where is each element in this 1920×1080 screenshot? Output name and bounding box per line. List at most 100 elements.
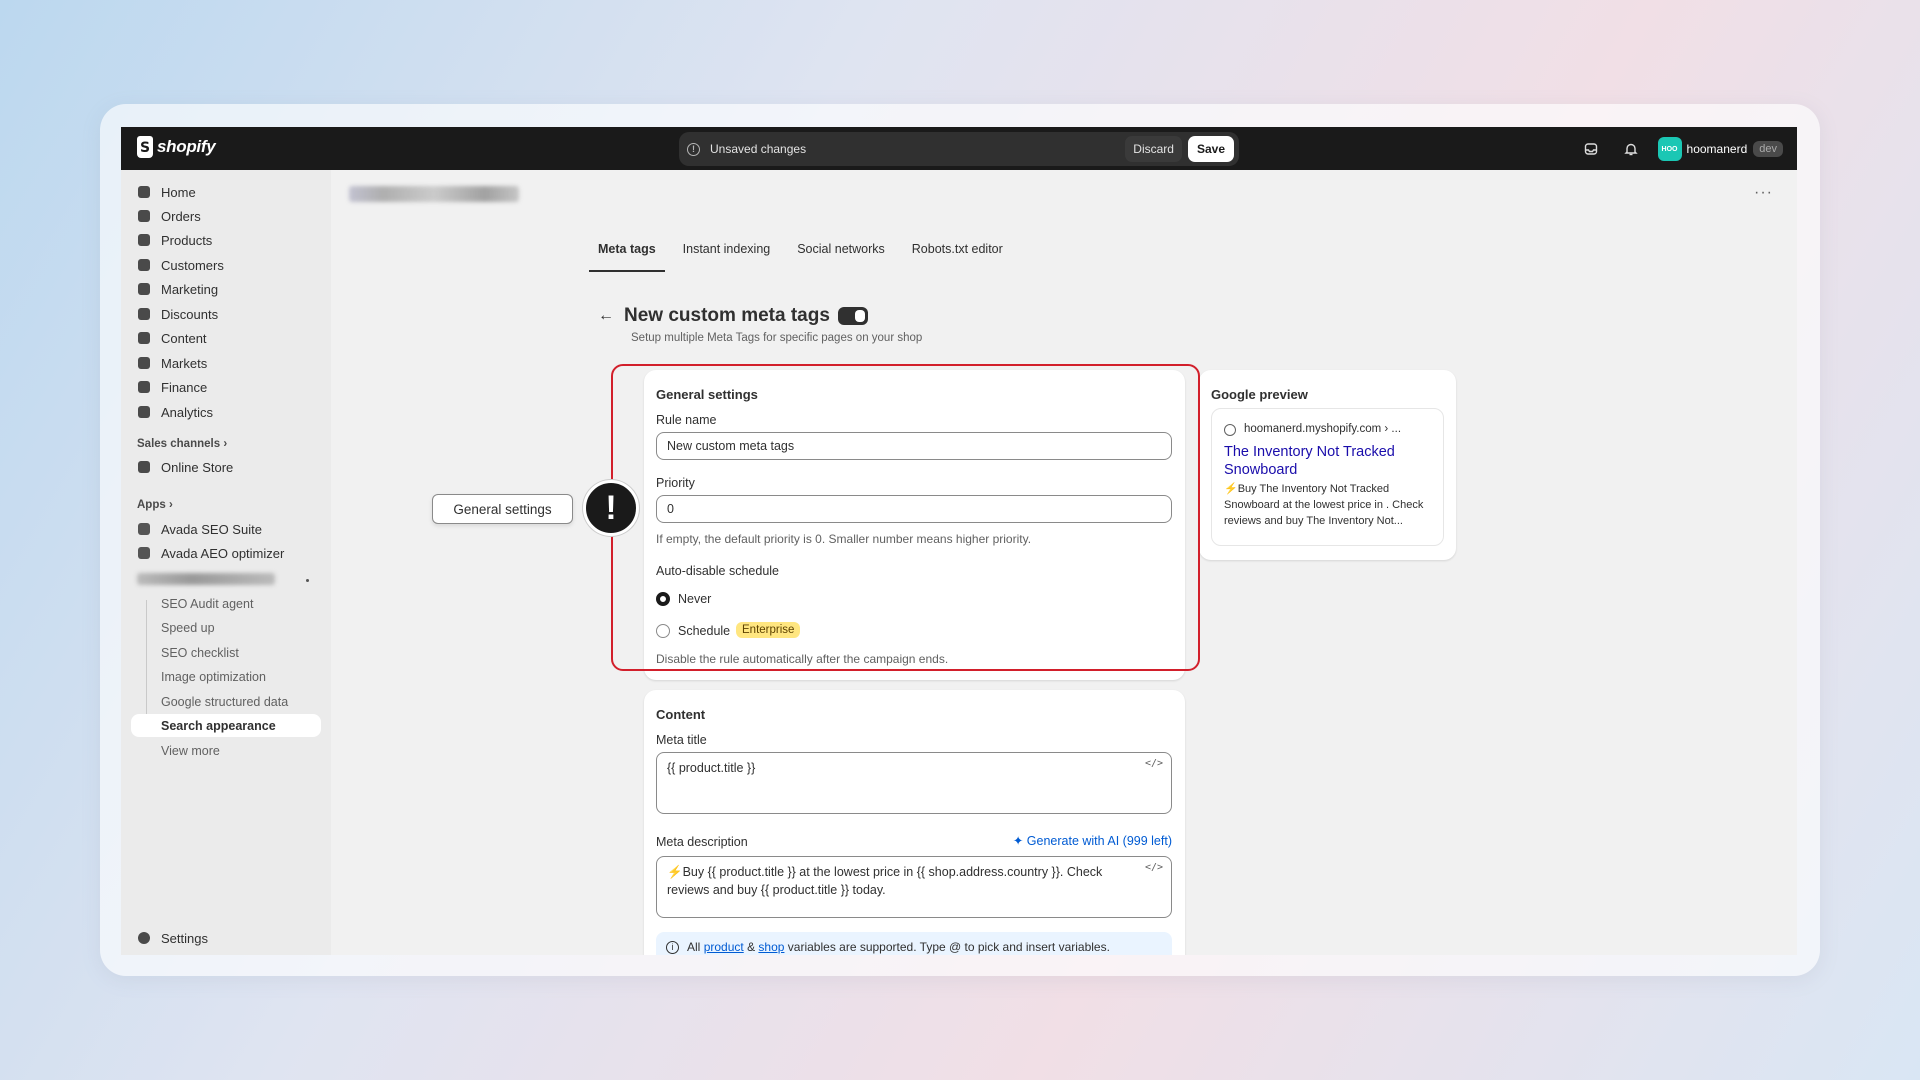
sidebar-item-label: Products — [161, 232, 213, 248]
warning-icon: ! — [687, 142, 700, 156]
result-description: ⚡Buy The Inventory Not Tracked Snowboard… — [1224, 483, 1424, 527]
sidebar-item-label: Avada SEO Suite — [161, 521, 262, 537]
orders-icon — [137, 209, 151, 223]
meta-title-field[interactable]: {{ product.title }} </> — [656, 752, 1172, 814]
sidebar-item-avada-aeo[interactable]: Avada AEO optimizer — [137, 542, 284, 564]
tab-robots-editor[interactable]: Robots.txt editor — [903, 232, 1012, 272]
blurred-app-title — [349, 186, 519, 202]
more-actions-icon[interactable]: ··· — [1754, 184, 1773, 202]
sidebar-item-finance[interactable]: Finance — [137, 376, 207, 398]
meta-title-label: Meta title — [656, 733, 707, 747]
sidebar-item-label: Marketing — [161, 281, 219, 297]
sidebar-item-marketing[interactable]: Marketing — [137, 278, 218, 300]
gear-icon — [137, 931, 151, 945]
sidebar-item-products[interactable]: Products — [137, 229, 212, 251]
avada-aeo-app-icon — [137, 546, 151, 560]
google-preview-card: Google preview hoomanerd.myshopify.com ›… — [1199, 370, 1456, 560]
sub-item-structured-data[interactable]: Google structured data — [161, 695, 288, 709]
sidebar-item-settings[interactable]: Settings — [137, 927, 208, 949]
avatar[interactable]: HOO — [1657, 137, 1682, 161]
page-title: New custom meta tags — [624, 305, 830, 326]
sidebar-item-orders[interactable]: Orders — [137, 205, 201, 227]
sidebar-item-avada-seo[interactable]: Avada SEO Suite — [137, 518, 262, 540]
apps-label: Apps — [137, 499, 166, 511]
enable-toggle[interactable] — [837, 307, 868, 325]
page-subtitle: Setup multiple Meta Tags for specific pa… — [631, 332, 923, 344]
sales-channels-label: Sales channels — [137, 438, 221, 450]
tab-social-networks[interactable]: Social networks — [788, 232, 894, 272]
sub-item-seo-audit[interactable]: SEO Audit agent — [161, 597, 253, 611]
variables-info-banner: i All product & shop variables are suppo… — [656, 932, 1172, 955]
tree-line — [146, 600, 147, 730]
sidebar-item-home[interactable]: Home — [137, 181, 196, 203]
info-prefix: All — [687, 940, 701, 954]
globe-icon — [137, 356, 151, 370]
sidebar-item-label: Analytics — [161, 404, 214, 420]
info-amp: & — [747, 940, 756, 954]
globe-icon — [1224, 424, 1236, 436]
sidebar-item-label: Online Store — [161, 459, 234, 475]
meta-desc-field[interactable]: ⚡Buy {{ product.title }} at the lowest p… — [656, 856, 1172, 918]
sidebar-item-label: Finance — [161, 379, 208, 395]
sidebar-item-label: Content — [161, 330, 207, 346]
result-title[interactable]: The Inventory Not Tracked Snowboard — [1224, 443, 1439, 479]
tab-bar: Meta tags Instant indexing Social networ… — [589, 232, 1021, 272]
top-bar: S shopify ! Unsaved changes Discard Save… — [121, 127, 1797, 170]
user-name[interactable]: hoomanerd — [1687, 142, 1748, 156]
blurred-app-item[interactable] — [137, 573, 275, 585]
target-icon — [137, 282, 151, 296]
code-icon[interactable]: </> — [1145, 859, 1163, 877]
discount-icon — [137, 307, 151, 321]
shopify-bag-icon: S — [137, 136, 153, 158]
shop-link[interactable]: shop — [758, 940, 784, 954]
avada-seo-app-icon — [137, 522, 151, 536]
google-result: hoomanerd.myshopify.com › ... The Invent… — [1211, 408, 1444, 546]
sidebar-item-discounts[interactable]: Discounts — [137, 303, 218, 325]
sidebar-item-label: Markets — [161, 355, 208, 371]
sidebar-item-markets[interactable]: Markets — [137, 352, 207, 374]
sub-item-search-appearance[interactable]: Search appearance — [161, 719, 276, 733]
bank-icon — [137, 380, 151, 394]
unsaved-text: Unsaved changes — [710, 142, 807, 156]
apps-heading[interactable]: Apps › — [137, 499, 173, 511]
inbox-icon[interactable] — [1578, 136, 1604, 162]
sidebar-item-customers[interactable]: Customers — [137, 254, 224, 276]
back-arrow-icon[interactable]: ← — [598, 307, 614, 325]
discard-button[interactable]: Discard — [1125, 136, 1182, 162]
sidebar-item-label: Discounts — [161, 306, 219, 322]
sidebar: Home Orders Products Customers Marketing… — [121, 170, 331, 955]
product-link[interactable]: product — [704, 940, 744, 954]
generate-ai-button[interactable]: ✦ Generate with AI (999 left) — [1013, 833, 1172, 848]
meta-desc-value: ⚡Buy {{ product.title }} at the lowest p… — [667, 865, 1103, 897]
content-card: Content Meta title {{ product.title }} <… — [644, 690, 1185, 955]
sidebar-item-label: Orders — [161, 208, 201, 224]
sidebar-item-label: Settings — [161, 930, 208, 946]
tab-instant-indexing[interactable]: Instant indexing — [674, 232, 780, 272]
sidebar-item-analytics[interactable]: Analytics — [137, 401, 213, 423]
sparkle-icon: ✦ — [1012, 834, 1024, 848]
sub-item-speed-up[interactable]: Speed up — [161, 621, 215, 635]
sub-item-image-optimization[interactable]: Image optimization — [161, 670, 266, 684]
sidebar-item-label: Customers — [161, 257, 224, 273]
shopify-logo[interactable]: S shopify — [137, 136, 216, 158]
save-button[interactable]: Save — [1187, 136, 1234, 162]
content-title: Content — [656, 707, 706, 722]
info-icon: i — [666, 940, 679, 954]
sidebar-item-content[interactable]: Content — [137, 327, 207, 349]
sub-item-seo-checklist[interactable]: SEO checklist — [161, 646, 239, 660]
meta-desc-label: Meta description — [656, 835, 748, 849]
page-header: ← New custom meta tags — [598, 305, 868, 327]
store-icon — [137, 460, 151, 474]
person-icon — [137, 258, 151, 272]
chevron-right-icon: › — [223, 438, 228, 450]
sub-item-view-more[interactable]: View more — [161, 744, 220, 758]
sidebar-item-online-store[interactable]: Online Store — [137, 456, 233, 478]
unsaved-changes-bar: ! Unsaved changes Discard Save — [679, 132, 1239, 166]
code-icon[interactable]: </> — [1145, 755, 1163, 773]
tab-meta-tags[interactable]: Meta tags — [589, 232, 665, 272]
highlight-box — [611, 364, 1200, 671]
home-icon — [137, 185, 151, 199]
sales-channels-heading[interactable]: Sales channels › — [137, 438, 227, 450]
bell-icon[interactable] — [1618, 136, 1644, 162]
generate-ai-label: Generate with AI (999 left) — [1026, 834, 1172, 848]
